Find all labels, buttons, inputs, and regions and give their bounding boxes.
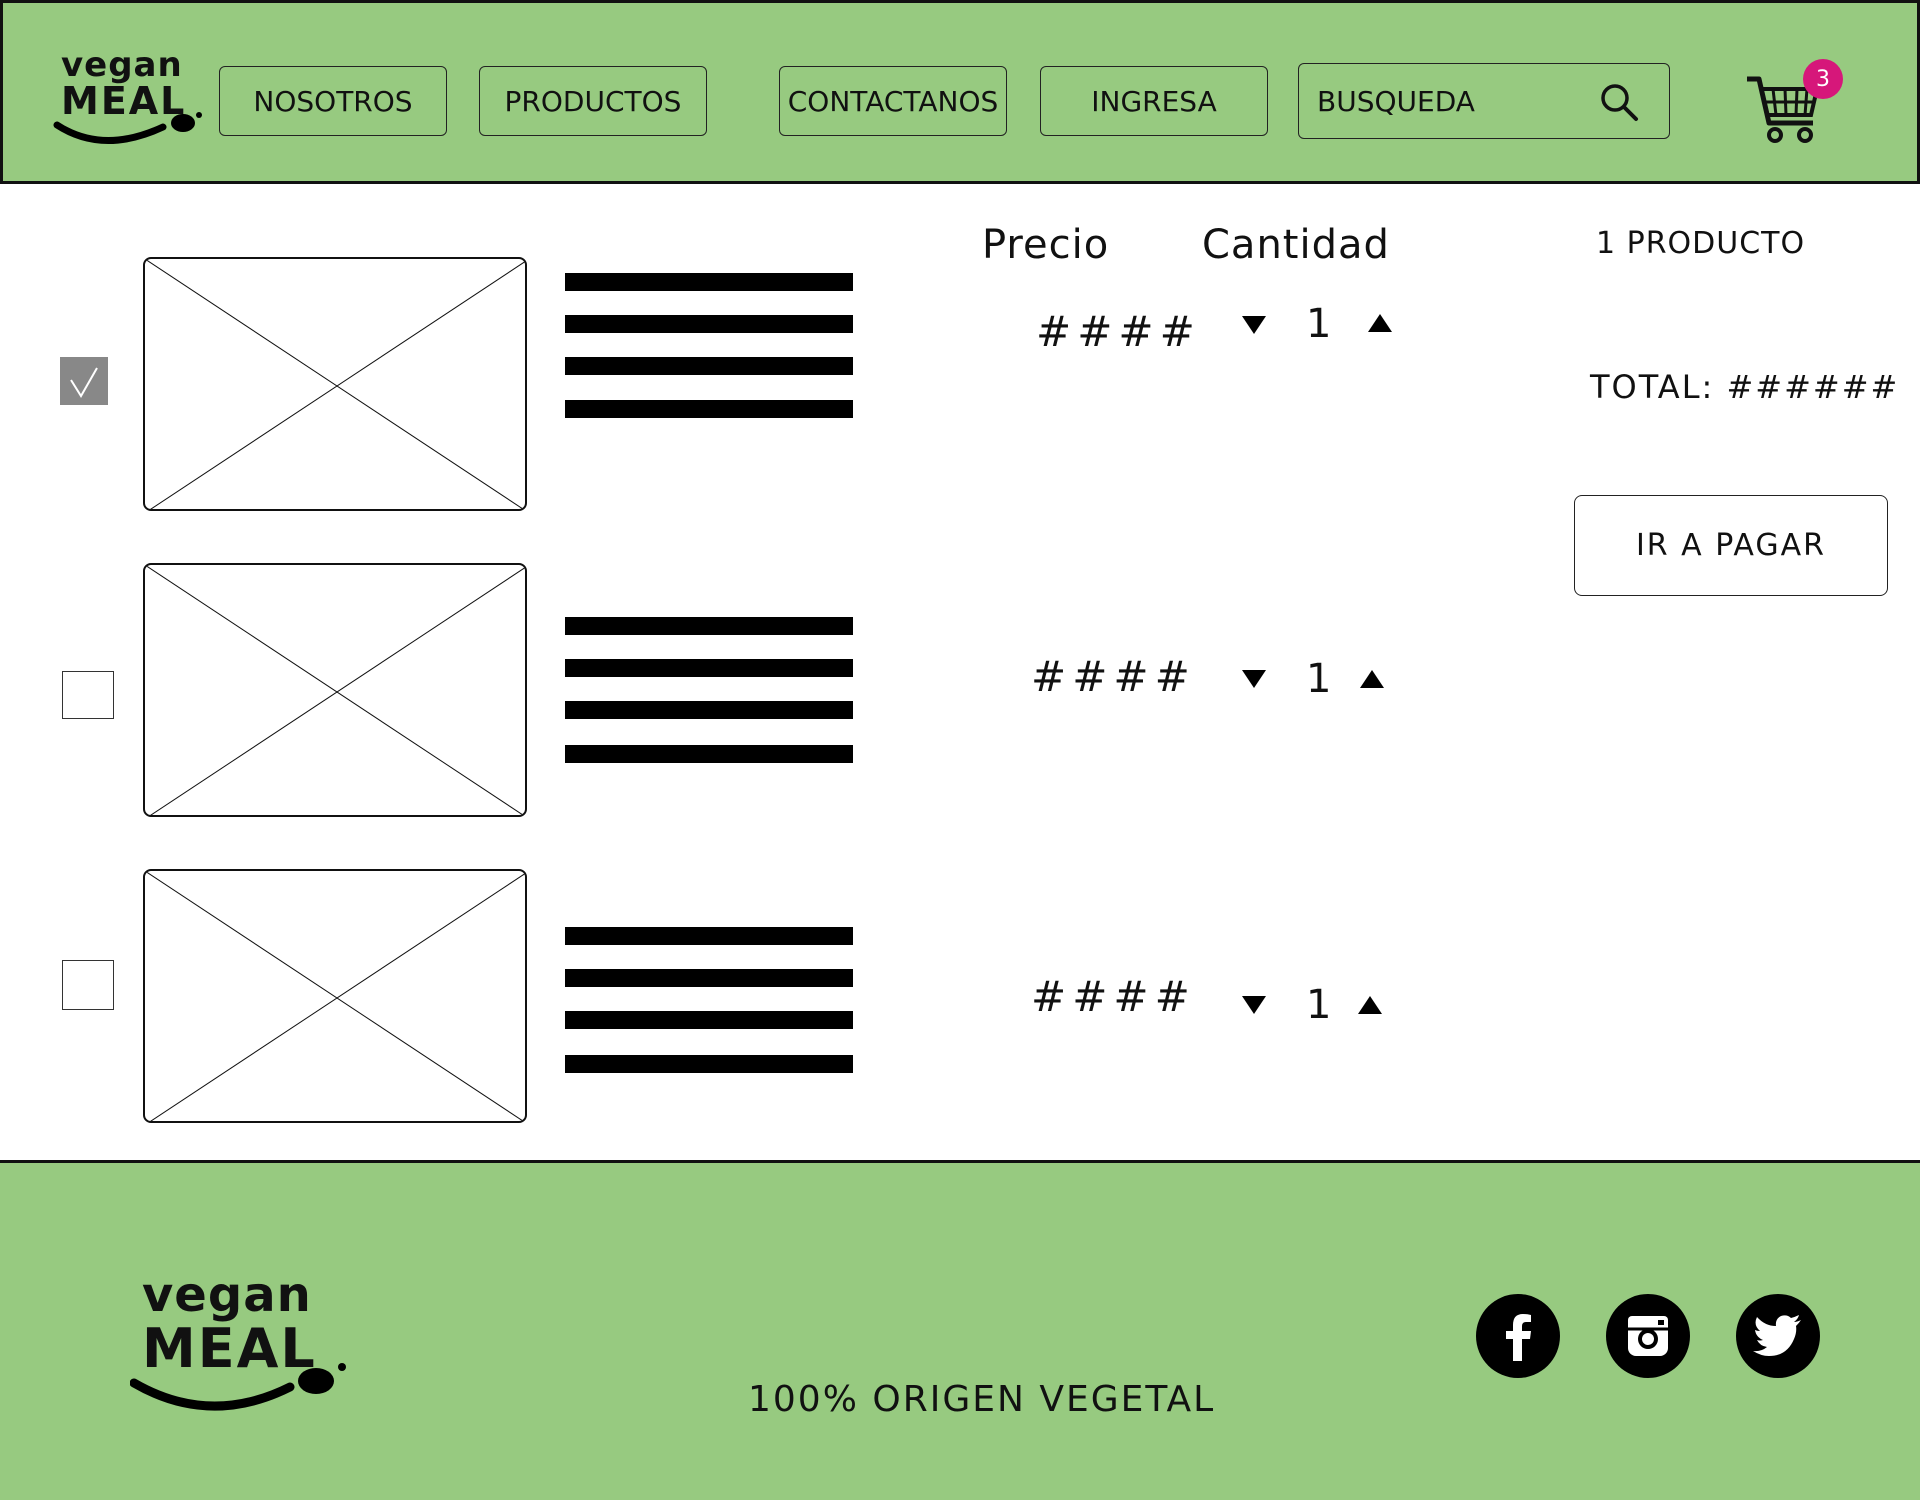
logo-spoon-icon [53,112,202,144]
nav-ingresa[interactable]: INGRESA [1040,66,1268,136]
row-checkbox[interactable] [60,357,108,405]
quantity-value: 1 [1306,301,1332,347]
product-image-placeholder [143,563,527,817]
quantity-increase-button[interactable] [1368,314,1392,332]
header-logo[interactable]: vegan MEAL [53,45,203,155]
quantity-increase-button[interactable] [1358,996,1382,1014]
nav-contactanos[interactable]: CONTACTANOS [779,66,1007,136]
footer: vegan MEAL 100% ORIGEN VEGETAL [0,1160,1920,1500]
quantity-increase-button[interactable] [1360,670,1384,688]
instagram-icon [1628,1316,1668,1356]
quantity-decrease-button[interactable] [1242,670,1266,688]
cart-total: TOTAL: ###### [1590,368,1900,406]
cart-count-badge: 3 [1803,59,1843,99]
search-input[interactable] [1315,76,1599,126]
header: vegan MEAL NOSOTROS PRODUCTOS CONTACTANO… [0,0,1920,184]
logo-spoon-icon [130,1363,346,1411]
product-price: #### [1031,972,1196,1021]
cart-button[interactable]: 3 [1743,57,1843,147]
quantity-value: 1 [1306,656,1332,702]
row-checkbox[interactable] [62,671,114,719]
quantity-column-header: Cantidad [1202,222,1390,268]
footer-tagline: 100% ORIGEN VEGETAL [748,1379,1216,1420]
cart-item-count: 1 PRODUCTO [1596,226,1806,261]
price-column-header: Precio [982,222,1110,268]
nav-nosotros[interactable]: NOSOTROS [219,66,447,136]
product-image-placeholder [143,869,527,1123]
product-price: #### [1036,307,1201,356]
search-icon[interactable] [1599,82,1639,126]
quantity-decrease-button[interactable] [1242,316,1266,334]
product-image-placeholder [143,257,527,511]
product-price: #### [1031,652,1196,701]
quantity-decrease-button[interactable] [1242,996,1266,1014]
twitter-link[interactable] [1736,1294,1820,1378]
row-checkbox[interactable] [62,960,114,1010]
footer-logo[interactable]: vegan MEAL [130,1267,360,1427]
facebook-link[interactable] [1476,1294,1560,1378]
checkmark-icon [70,367,98,398]
instagram-link[interactable] [1606,1294,1690,1378]
checkout-button[interactable]: IR A PAGAR [1574,495,1888,596]
search-box [1298,63,1670,139]
quantity-value: 1 [1306,982,1332,1028]
twitter-icon [1753,1315,1801,1356]
facebook-icon [1506,1314,1531,1361]
nav-productos[interactable]: PRODUCTOS [479,66,707,136]
